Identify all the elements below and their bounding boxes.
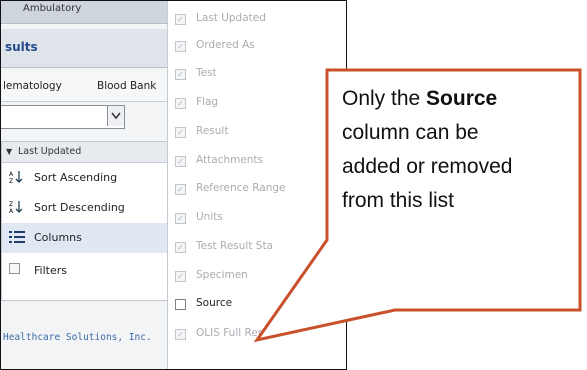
callout-line-3: added or removed — [342, 155, 513, 178]
callout-line-1-prefix: Only the — [342, 87, 427, 110]
callout-line-1-bold: Source — [426, 87, 498, 110]
callout-line-1: Only the Source — [342, 82, 572, 116]
callout-line-2: column can be — [342, 121, 479, 144]
callout-text: Only the Source column can be added or r… — [342, 82, 572, 218]
callout-line-4: from this list — [342, 189, 455, 212]
